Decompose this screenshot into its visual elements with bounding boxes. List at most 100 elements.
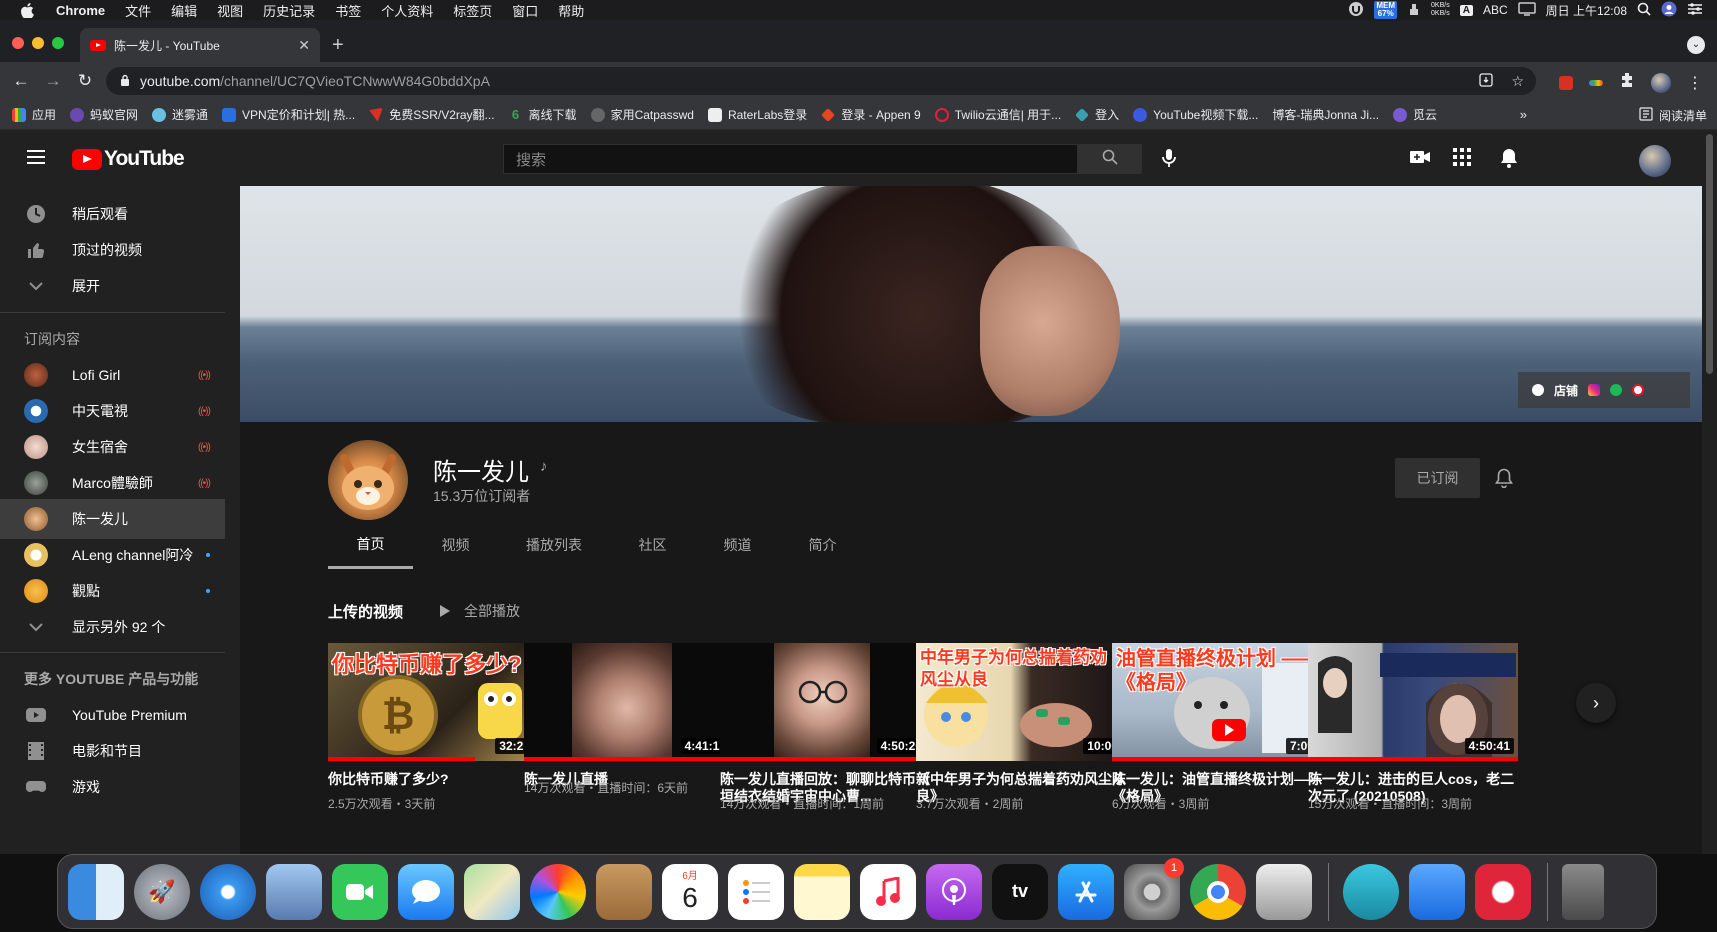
profile-avatar[interactable] [1651,72,1671,93]
archive-utility-icon[interactable] [1256,863,1312,920]
bookmark-item[interactable]: 6 离线下载 [509,106,577,123]
sidebar-item-watch-later[interactable]: 稍后观看 [0,194,225,234]
video-thumbnail[interactable]: 4:41:12 [524,643,734,761]
reload-icon[interactable]: ↻ [74,71,96,91]
bookmark-item[interactable]: VPN定价和计划| 热... [222,106,355,123]
microphone-icon[interactable] [1157,145,1181,171]
lock-icon[interactable] [120,74,130,89]
close-window-button[interactable] [12,37,24,49]
video-thumbnail[interactable]: 油管直播终极计划 ——《格局》 7:09 [1112,643,1322,761]
browser-tab[interactable]: 陈一发儿 - YouTube ✕ [80,28,320,62]
apple-tv-icon[interactable]: tv [992,863,1048,920]
bookmark-star-icon[interactable]: ☆ [1511,73,1524,90]
extension-red-icon[interactable] [1559,75,1573,90]
preview-icon[interactable] [266,863,322,920]
bookmark-item[interactable]: 家用Catpasswd [590,106,694,123]
tab-playlists[interactable]: 播放列表 [498,521,610,569]
minimize-window-button[interactable] [32,37,44,49]
bookmark-item[interactable]: YouTube视频下载... [1133,106,1258,123]
menu-help[interactable]: 帮助 [548,1,594,20]
shop-link[interactable]: 店铺 [1554,382,1578,399]
chrome-menu-icon[interactable]: ⋮ [1687,73,1703,93]
photos-icon[interactable] [530,863,586,920]
new-tab-icon[interactable]: + [332,34,344,57]
bookmark-apps[interactable]: 应用 [12,106,56,123]
sidebar-item-youtube-premium[interactable]: YouTube Premium [0,695,225,735]
shelf-title[interactable]: 上传的视频 [328,601,403,622]
account-avatar[interactable] [1639,145,1671,177]
menu-view[interactable]: 视图 [207,1,253,20]
bookmark-item[interactable]: 博客-瑞典Jonna Ji... [1272,106,1379,123]
subscription-aleng[interactable]: ALeng channel阿冷 [0,535,225,575]
bookmark-item[interactable]: RaterLabs登录 [707,106,807,123]
safari-icon[interactable] [200,863,256,920]
spotify-icon[interactable] [1610,384,1623,396]
video-thumbnail[interactable]: ₿ 你比特币赚了多少? 32:21 [328,643,538,761]
close-tab-icon[interactable]: ✕ [298,37,310,54]
clock[interactable]: 周日 上午12:08 [1546,2,1627,19]
music-icon[interactable] [860,863,916,920]
forward-arrow-icon[interactable]: → [42,71,64,91]
chrome-icon[interactable] [1190,863,1246,920]
finder-blue-icon[interactable] [1409,863,1465,920]
tab-videos[interactable]: 视频 [413,521,498,569]
sidebar-item-expand[interactable]: 展开 [0,266,225,306]
apple-menu-icon[interactable] [18,2,36,18]
input-method-label[interactable]: ABC [1483,3,1508,17]
trash-icon[interactable] [1562,863,1604,920]
bookmarks-more-button[interactable]: » [1520,107,1527,122]
hamburger-menu-icon[interactable] [27,150,45,164]
facetime-icon[interactable] [332,863,388,920]
shop-globe-icon[interactable] [1532,384,1544,396]
reminders-icon[interactable] [728,863,784,920]
network-monitor[interactable]: 0KB/s 0KB/s [1431,2,1450,18]
tab-home[interactable]: 首页 [328,521,413,569]
menu-app-name[interactable]: Chrome [46,3,115,18]
subscription-marco[interactable]: Marco體驗師 ((•)) [0,463,225,503]
extensions-puzzle-icon[interactable] [1619,72,1635,93]
bookmark-item[interactable]: 免费SSR/V2ray翻... [369,106,495,123]
sidebar-item-gaming[interactable]: 游戏 [0,767,225,807]
video-thumbnail[interactable]: 4:50:41 [1308,643,1518,761]
user-avatar-icon[interactable] [1661,1,1677,20]
subscription-ctitv[interactable]: 中天電視 ((•)) [0,391,225,431]
subscription-chen-yifa-active[interactable]: 陈一发儿 [0,499,225,539]
tab-search-icon[interactable]: ⌄ [1687,36,1705,54]
bookmark-item[interactable]: 登录 - Appen 9 [821,106,921,123]
app-store-icon[interactable] [1058,863,1114,920]
tab-about[interactable]: 简介 [780,521,865,569]
bookmark-item[interactable]: 登入 [1075,106,1119,123]
video-thumbnail[interactable]: 4:50:26 [720,643,930,761]
extension-bar-icon[interactable] [1589,79,1603,86]
memory-monitor[interactable]: MEM 67% [1374,1,1398,19]
subscription-guandian[interactable]: 觀點 [0,571,225,611]
app-red-icon[interactable] [1475,863,1531,920]
menu-file[interactable]: 文件 [115,1,161,20]
display-icon[interactable] [1517,1,1536,19]
menu-bookmarks[interactable]: 书签 [325,1,371,20]
youtube-logo[interactable]: YouTube [72,147,185,171]
sidebar-item-liked-videos[interactable]: 顶过的视频 [0,230,225,270]
notification-bell-icon[interactable] [1495,468,1513,493]
tab-channels[interactable]: 频道 [695,521,780,569]
shelf-next-arrow-icon[interactable]: › [1576,683,1616,723]
launchpad-icon[interactable]: 🚀 [134,863,190,920]
weibo-icon[interactable] [1632,384,1645,396]
search-button[interactable] [1078,144,1142,174]
sidebar-show-more[interactable]: 显示另外 92 个 [0,607,225,647]
menu-profile[interactable]: 个人资料 [371,1,443,20]
video-thumbnail[interactable]: 中年男子为何总揣着药劝风尘从良 10:00 [916,643,1126,761]
menu-tab[interactable]: 标签页 [443,1,502,20]
page-scrollbar[interactable] [1702,130,1717,854]
create-video-icon[interactable] [1409,148,1431,171]
apps-grid-icon[interactable] [1453,148,1471,171]
system-preferences-icon[interactable]: 1 [1124,857,1184,920]
subscription-girls-dorm[interactable]: 女生宿舍 ((•)) [0,427,225,467]
bookmark-item[interactable]: 蚂蚁官网 [70,106,138,123]
bookmark-item[interactable]: 迷雾通 [152,106,208,123]
spotlight-search-icon[interactable] [1637,2,1651,19]
finder-icon[interactable] [68,863,124,920]
control-center-icon[interactable] [1687,2,1703,19]
play-all-button[interactable]: 全部播放 [440,601,520,621]
subscription-lofi-girl[interactable]: Lofi Girl ((•)) [0,355,225,395]
